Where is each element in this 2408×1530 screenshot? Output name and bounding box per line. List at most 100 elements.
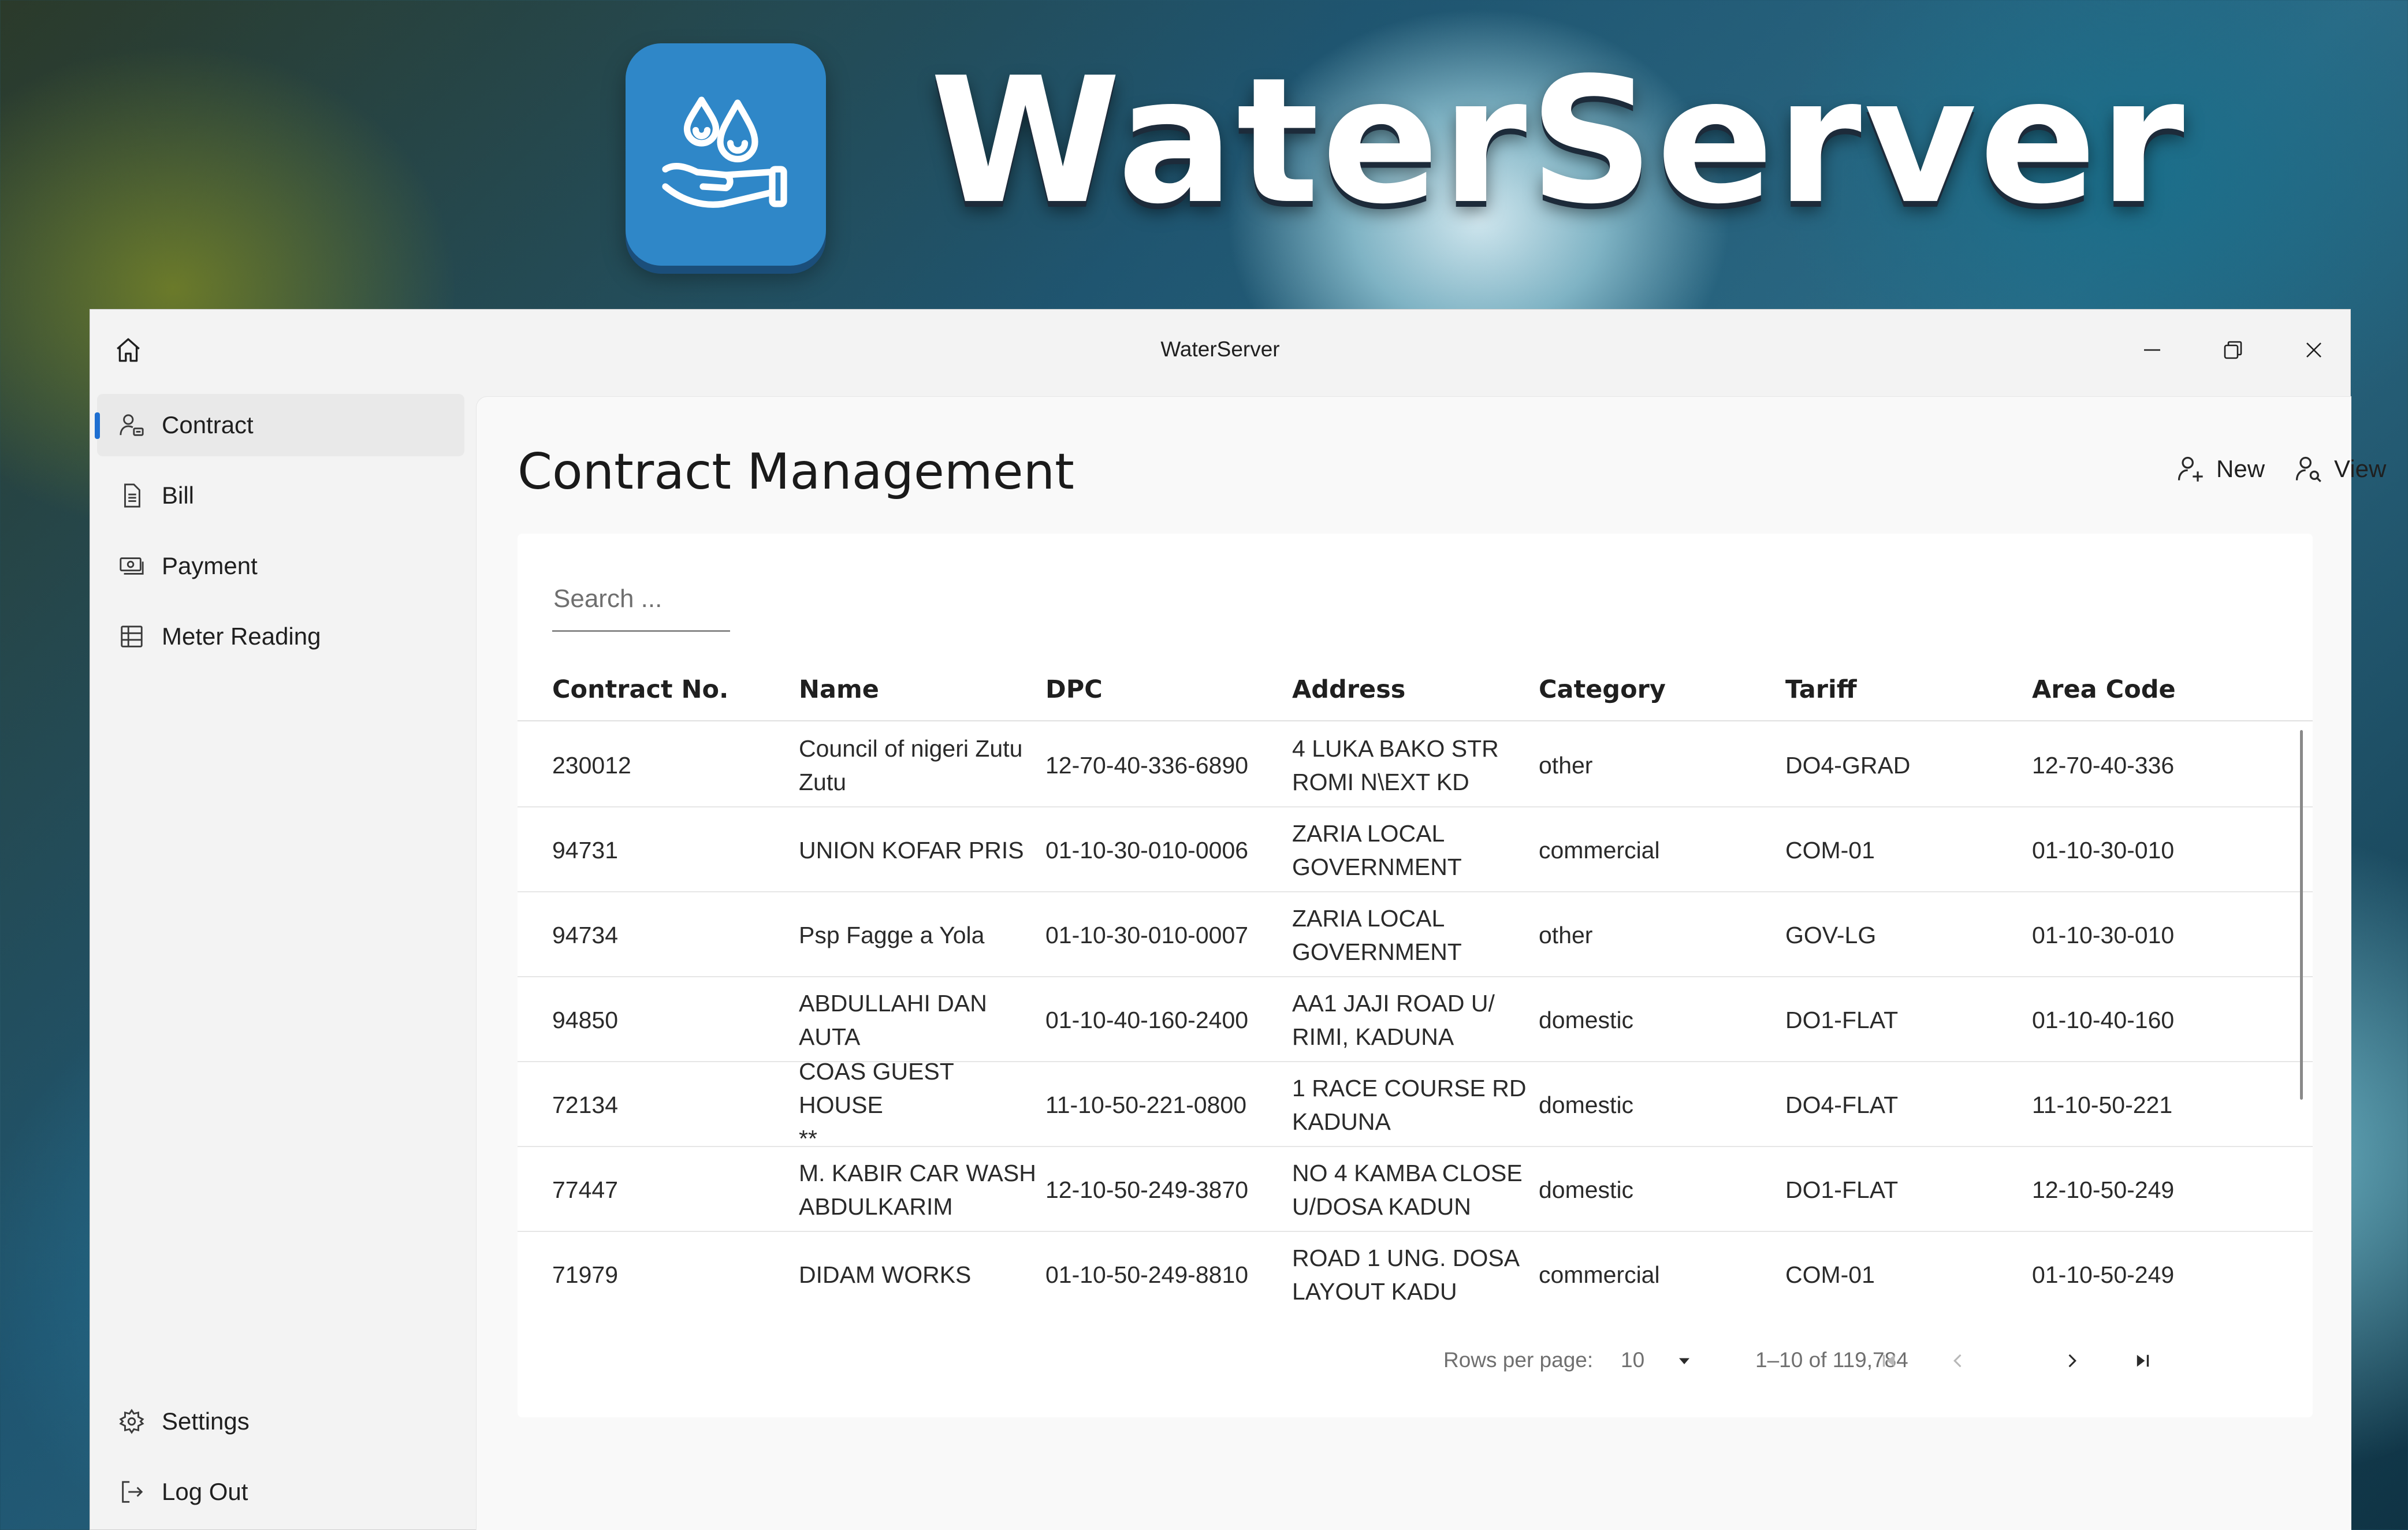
cell-line: 77447 (552, 1176, 619, 1203)
cell-line: DO4-FLAT (1785, 1091, 1899, 1118)
cell-text: 1 RACE COURSE RD KADUNA (1292, 1071, 1527, 1138)
view-button[interactable]: View (2291, 449, 2386, 489)
table-cell-name: M. KABIR CAR WASH ABDULKARIM (799, 1147, 1041, 1232)
cell-text: 11-10-50-221 (2032, 1088, 2172, 1122)
rows-per-page-select[interactable]: 10 (1621, 1348, 1644, 1372)
cell-text: commercial (1539, 833, 1660, 867)
cell-text: 12-70-40-336 (2032, 749, 2174, 782)
sidebar-item-settings[interactable]: Settings (97, 1390, 464, 1453)
column-header[interactable]: Contract No. (552, 675, 728, 704)
table-cell-dpc: 12-70-40-336-6890 (1045, 723, 1288, 807)
table-cell-contract-no: 94734 (552, 892, 795, 977)
column-header[interactable]: Area Code (2032, 675, 2176, 704)
cell-text: Psp Fagge a Yola (799, 918, 984, 952)
cell-text: COAS GUEST HOUSE ** (799, 1055, 1041, 1155)
cell-line: ROMI N\EXT KD (1292, 768, 1469, 795)
table-scrollbar[interactable] (2300, 730, 2303, 1100)
cell-line: commercial (1539, 836, 1660, 863)
table-cell-name: DIDAM WORKS (799, 1232, 1041, 1300)
table-cell-tariff: GOV-LG (1785, 892, 2028, 977)
table-cell-address: ROAD 1 UNG. DOSA LAYOUT KADU (1292, 1232, 1535, 1301)
cell-line: 12-70-40-336 (2032, 751, 2175, 779)
column-header[interactable]: Tariff (1785, 675, 1857, 704)
cell-line: DO1-FLAT (1785, 1006, 1899, 1033)
payment-cash-icon (118, 552, 146, 580)
column-header[interactable]: Name (799, 675, 879, 704)
table-cell-contract-no: 94731 (552, 807, 795, 892)
table-cell-category: other (1539, 892, 1781, 977)
cell-text: COM-01 (1785, 1258, 1875, 1291)
cell-line: ABDULKARIM (799, 1193, 953, 1220)
sidebar-item-logout[interactable]: Log Out (97, 1461, 464, 1523)
chevron-down-icon[interactable] (1667, 1343, 1702, 1378)
table-cell-name: Council of nigeri Zutu Zutu (799, 723, 1041, 807)
sidebar-item-contract[interactable]: Contract (95, 394, 464, 456)
table-cell-address: ZARIA LOCAL GOVERNMENT (1292, 807, 1535, 892)
table-cell-address: 4 LUKA BAKO STR ROMI N\EXT KD (1292, 723, 1535, 807)
sidebar-item-payment[interactable]: Payment (97, 535, 464, 597)
cell-line: ABDULLAHI DAN (799, 989, 987, 1017)
cell-text: 01-10-40-160-2400 (1045, 1003, 1248, 1037)
app-window: WaterServer Contract Bill Payment Meter … (90, 309, 2386, 1530)
next-page-icon[interactable] (2054, 1343, 2089, 1378)
table-cell-tariff: DO4-GRAD (1785, 723, 2028, 807)
sidebar-item-meter-reading[interactable]: Meter Reading (97, 605, 464, 668)
table-cell-category: other (1539, 723, 1781, 807)
cell-line: 11-10-50-221-0800 (1045, 1091, 1246, 1118)
cell-line: ZARIA LOCAL (1292, 820, 1445, 847)
table-cell-dpc: 01-10-30-010-0007 (1045, 892, 1288, 977)
cell-text: 01-10-30-010 (2032, 918, 2174, 952)
table-row[interactable]: 72134 COAS GUEST HOUSE ** 11-10-50-221-0800… (518, 1058, 2313, 1152)
rows-per-page-value: 10 (1621, 1348, 1645, 1372)
title-bar: WaterServer (90, 310, 2350, 388)
table-row[interactable]: 77447 M. KABIR CAR WASH ABDULKARIM 12-10-50… (518, 1147, 2313, 1232)
search-input[interactable]: Search ... (552, 567, 730, 632)
new-button[interactable]: New (2173, 449, 2265, 489)
cell-line: KADUNA (1292, 1108, 1391, 1135)
cell-text: ROAD 1 UNG. DOSA LAYOUT KADU (1292, 1241, 1520, 1301)
cell-line: 71979 (552, 1261, 619, 1288)
table-row[interactable]: 230012 Council of nigeri Zutu Zutu 12-70-40… (518, 723, 2313, 807)
cell-line: 12-70-40-336-6890 (1045, 751, 1249, 779)
cell-line: 4 LUKA BAKO STR (1292, 735, 1499, 762)
table-cell-dpc: 01-10-40-160-2400 (1045, 977, 1288, 1062)
cell-line: other (1539, 751, 1593, 779)
view-button-label: View (2334, 455, 2387, 482)
table-row[interactable]: 71979 DIDAM WORKS 01-10-50-249-8810 ROAD 1 … (518, 1232, 2313, 1301)
cell-line: DO1-FLAT (1785, 1176, 1899, 1203)
cell-text: Council of nigeri Zutu Zutu (799, 732, 1022, 799)
minimize-icon[interactable] (2129, 327, 2175, 373)
pagination-bar: Rows per page: 10 1–10 of 119,784 (518, 1331, 2313, 1388)
table-cell-area-code: 01-10-30-010 (2032, 892, 2275, 977)
cell-line: 01-10-40-160-2400 (1045, 1006, 1249, 1033)
previous-page-icon[interactable] (1941, 1343, 1976, 1378)
first-page-icon[interactable] (1871, 1343, 1906, 1378)
cell-text: GOV-LG (1785, 918, 1876, 952)
table-cell-name: Psp Fagge a Yola (799, 892, 1041, 977)
table-cell-contract-no: 77447 (552, 1147, 795, 1232)
sidebar-item-label: Meter Reading (162, 623, 321, 650)
table-cell-dpc: 01-10-50-249-8810 (1045, 1232, 1288, 1300)
brand-title: WaterServer (930, 40, 2187, 242)
table-row[interactable]: 94850 ABDULLAHI DAN AUTA 01-10-40-160-2400 A… (518, 977, 2313, 1062)
cell-text: DO1-FLAT (1785, 1173, 1898, 1207)
column-header[interactable]: Address (1292, 675, 1405, 704)
table-cell-area-code: 11-10-50-221 (2032, 1062, 2275, 1147)
cell-line: U/DOSA KADUN (1292, 1193, 1471, 1220)
table-row[interactable]: 94734 Psp Fagge a Yola 01-10-30-010-0007 ZA… (518, 892, 2313, 977)
table-row[interactable]: 94731 UNION KOFAR PRIS 01-10-30-010-0006 ZA… (518, 807, 2313, 892)
cell-line: 94850 (552, 1006, 619, 1033)
column-header[interactable]: Category (1539, 675, 1666, 704)
cell-text: 12-10-50-249 (2032, 1173, 2174, 1207)
contract-person-icon (118, 411, 146, 439)
cell-line: GOVERNMENT (1292, 853, 1462, 880)
sidebar-item-bill[interactable]: Bill (97, 464, 464, 527)
last-page-icon[interactable] (2126, 1343, 2160, 1378)
restore-icon[interactable] (2210, 327, 2256, 373)
table-cell-category: domestic (1539, 1062, 1781, 1147)
table-cell-area-code: 12-10-50-249 (2032, 1147, 2275, 1232)
table-cell-name: ABDULLAHI DAN AUTA (799, 977, 1041, 1062)
cell-line: 12-10-50-249-3870 (1045, 1176, 1249, 1203)
column-header[interactable]: DPC (1045, 675, 1103, 704)
close-icon[interactable] (2291, 327, 2337, 373)
